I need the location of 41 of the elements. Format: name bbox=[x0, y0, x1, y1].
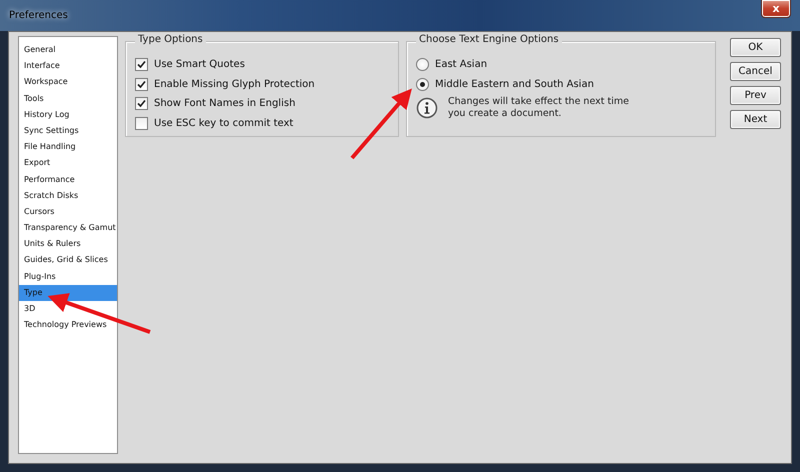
sidebar-item[interactable]: Plug-Ins bbox=[19, 268, 117, 285]
radio-label: East Asian bbox=[435, 59, 488, 70]
sidebar-item[interactable]: 3D bbox=[19, 301, 117, 318]
dialog-button[interactable]: Cancel bbox=[730, 62, 781, 81]
sidebar-item[interactable]: Technology Previews bbox=[19, 317, 117, 334]
window-title: Preferences bbox=[9, 10, 68, 21]
checkbox[interactable] bbox=[135, 97, 148, 110]
sidebar-item[interactable]: Cursors bbox=[19, 204, 117, 220]
sidebar-item[interactable]: Export bbox=[19, 155, 117, 172]
sidebar-item[interactable]: Scratch Disks bbox=[19, 188, 117, 204]
sidebar-item[interactable]: Interface bbox=[19, 58, 117, 74]
info-message: Changes will take effect the next time you create a document. bbox=[448, 96, 630, 120]
info-icon bbox=[416, 97, 438, 119]
group-title: Choose Text Engine Options bbox=[416, 34, 562, 45]
sidebar-item[interactable]: History Log bbox=[19, 106, 117, 123]
sidebar-item[interactable]: Sync Settings bbox=[19, 122, 117, 140]
sidebar-item[interactable]: Units & Rulers bbox=[19, 236, 117, 252]
pointer-arrow bbox=[350, 88, 412, 160]
close-button[interactable]: x bbox=[761, 0, 791, 18]
sidebar-item[interactable]: Type bbox=[19, 284, 117, 301]
sidebar-item[interactable]: Tools bbox=[19, 90, 117, 107]
radio-button[interactable] bbox=[416, 78, 429, 91]
checkbox-label: Use ESC key to commit text bbox=[154, 118, 294, 129]
checkbox[interactable] bbox=[135, 58, 148, 72]
sidebar-item[interactable]: File Handling bbox=[19, 139, 117, 156]
sidebar-item[interactable]: Guides, Grid & Slices bbox=[19, 252, 117, 269]
radio-label: Middle Eastern and South Asian bbox=[435, 78, 594, 90]
sidebar-item[interactable]: Transparency & Gamut bbox=[19, 220, 117, 236]
sidebar-item[interactable]: Workspace bbox=[19, 74, 117, 91]
dialog-button[interactable]: Next bbox=[730, 110, 781, 129]
radio-button[interactable] bbox=[416, 58, 429, 72]
checkbox-label: Enable Missing Glyph Protection bbox=[154, 78, 315, 90]
sidebar-item[interactable]: General bbox=[19, 42, 117, 58]
dialog-button[interactable]: Prev bbox=[730, 86, 781, 105]
checkbox[interactable] bbox=[135, 78, 148, 91]
checkbox-label: Show Font Names in English bbox=[154, 98, 296, 110]
checkbox[interactable] bbox=[135, 116, 148, 130]
sidebar-item[interactable]: Performance bbox=[19, 172, 117, 188]
dialog-button[interactable]: OK bbox=[730, 38, 781, 57]
group-title: Type Options bbox=[135, 34, 206, 45]
checkbox-label: Use Smart Quotes bbox=[154, 59, 245, 70]
